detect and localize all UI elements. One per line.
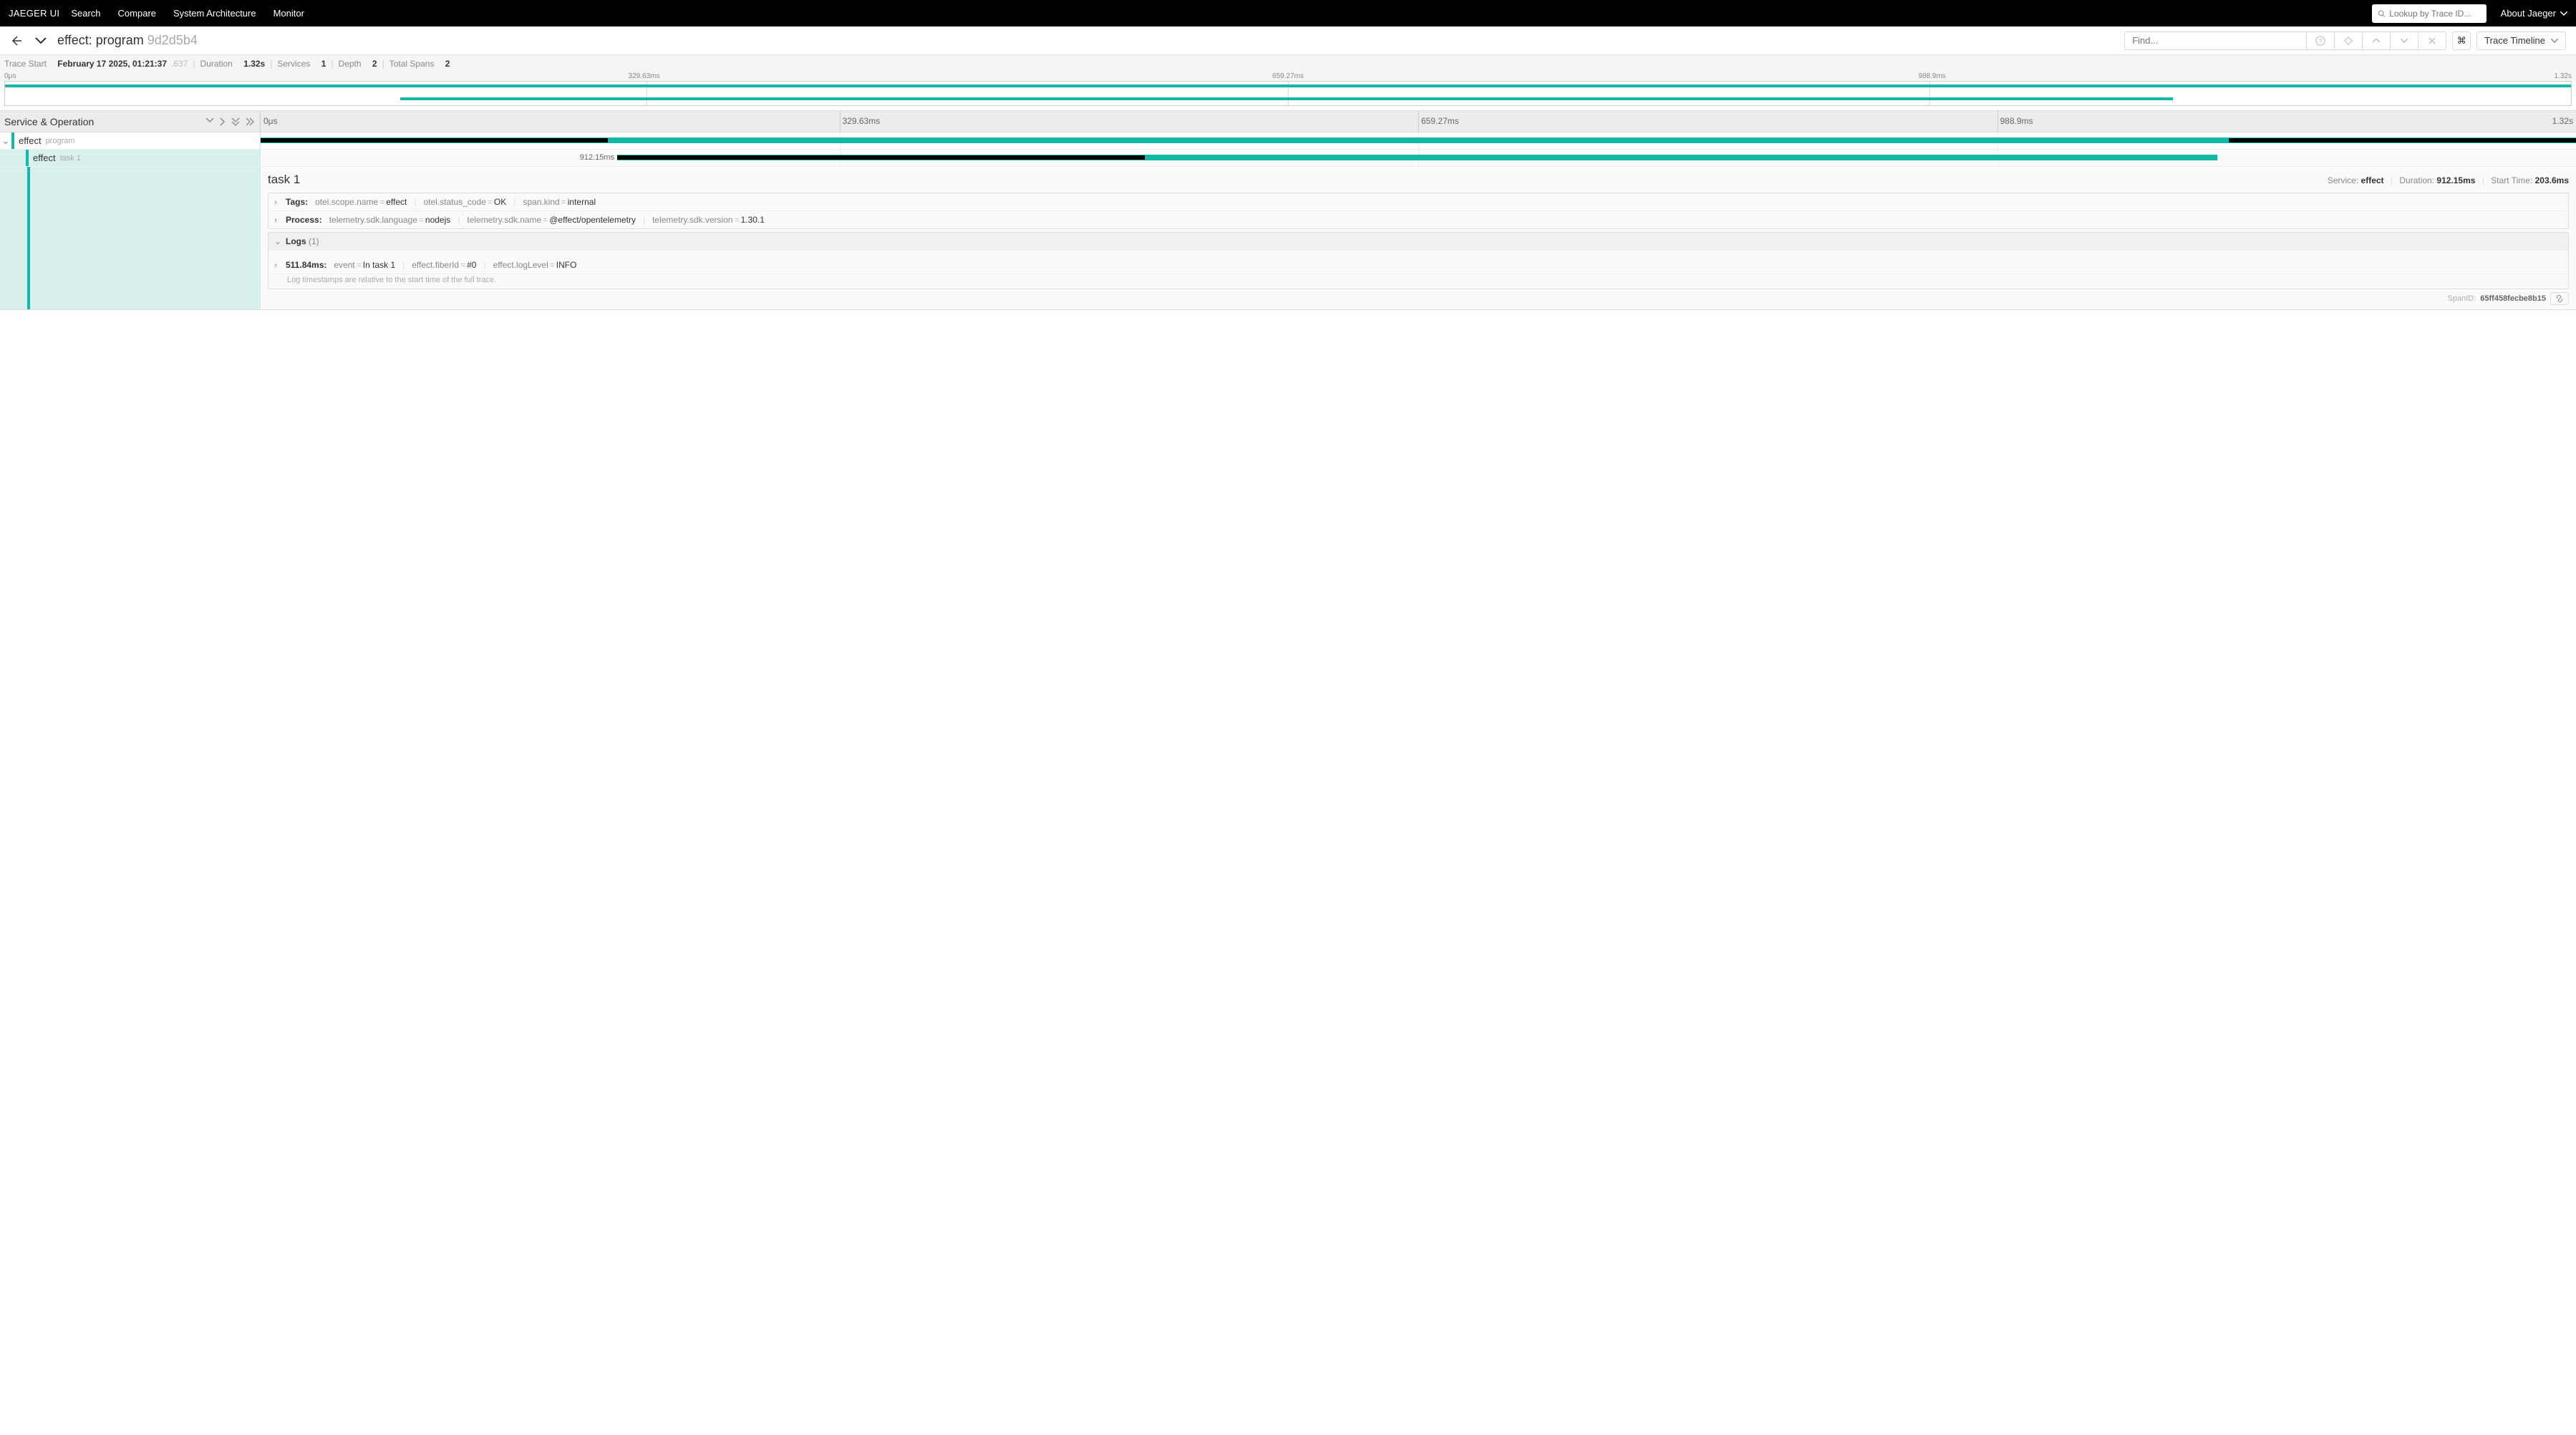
span-bar[interactable]	[617, 155, 2217, 160]
service-operation-header: Service & Operation	[4, 116, 205, 127]
find-input[interactable]	[2125, 35, 2306, 46]
span-duration-label: 912.15ms	[580, 153, 617, 162]
help-button[interactable]: ?	[2307, 36, 2334, 46]
logs-header[interactable]: ⌄ Logs (1)	[268, 233, 2568, 251]
nav-system-architecture[interactable]: System Architecture	[173, 8, 256, 19]
keyboard-shortcuts-button[interactable]: ⌘	[2452, 32, 2471, 50]
trace-hash: 9d2d5b4	[147, 33, 198, 47]
trace-meta: Trace Start February 17 2025, 01:21:37.6…	[0, 55, 2576, 72]
search-icon	[2378, 9, 2386, 18]
logs-section: ⌄ Logs (1) › 511.84ms: event=In task 1| …	[268, 232, 2569, 289]
link-icon	[2555, 294, 2564, 303]
collapse-all-icon[interactable]	[205, 117, 214, 126]
detail-info: Service: effect | Duration: 912.15ms | S…	[2328, 175, 2569, 185]
back-button[interactable]	[10, 35, 21, 47]
minimap-ticks: 0μs 329.63ms 659.27ms 988.9ms 1.32s	[0, 72, 2576, 81]
minimap[interactable]: 0μs 329.63ms 659.27ms 988.9ms 1.32s	[0, 72, 2576, 111]
clear-button[interactable]	[2418, 37, 2446, 44]
service-color	[11, 132, 14, 149]
topnav: Search Compare System Architecture Monit…	[71, 8, 304, 19]
span-service: effect	[33, 153, 56, 163]
chevron-right-icon: ›	[274, 197, 281, 207]
view-select[interactable]: Trace Timeline	[2476, 32, 2566, 50]
log-note: Log timestamps are relative to the start…	[268, 274, 2568, 289]
chevron-down-icon	[2551, 39, 2558, 43]
find-bar: ?	[2124, 32, 2446, 50]
span-id: SpanID: 65ff458fecbe8b15	[268, 292, 2569, 305]
chevron-down-icon	[2560, 11, 2567, 16]
chevron-right-icon: ›	[274, 215, 281, 225]
minimap-graph[interactable]	[4, 81, 2572, 106]
span-row-task1[interactable]: effect task 1 912.15ms	[0, 150, 2576, 167]
timeline-ruler: 0μs 329.63ms 659.27ms 988.9ms 1.32s	[261, 111, 2576, 132]
nav-search[interactable]: Search	[71, 8, 100, 19]
span-row-program[interactable]: ⌄ effect program	[0, 132, 2576, 150]
log-entry[interactable]: › 511.84ms: event=In task 1| effect.fibe…	[268, 256, 2568, 274]
span-operation: task 1	[60, 154, 81, 163]
expand-one-icon[interactable]	[220, 117, 226, 126]
caret-icon[interactable]: ⌄	[0, 135, 11, 147]
svg-text:?: ?	[2319, 37, 2323, 44]
tags-row[interactable]: › Tags: otel.scope.name=effect| otel.sta…	[268, 193, 2568, 211]
collapse-children-icon[interactable]	[231, 117, 240, 126]
locate-button[interactable]	[2335, 36, 2362, 46]
span-detail: task 1 Service: effect | Duration: 912.1…	[0, 167, 2576, 310]
nav-compare[interactable]: Compare	[118, 8, 156, 19]
expand-all-icon[interactable]	[246, 117, 254, 126]
span-operation: program	[46, 137, 75, 145]
trace-title: effect: program 9d2d5b4	[57, 33, 198, 48]
about-menu[interactable]: About Jaeger	[2501, 8, 2567, 19]
next-button[interactable]	[2391, 39, 2418, 43]
copy-spanid-button[interactable]	[2550, 292, 2569, 305]
prev-button[interactable]	[2363, 39, 2390, 43]
trace-header: effect: program 9d2d5b4 ? ⌘ Trace Timeli…	[0, 26, 2576, 55]
lookup-trace[interactable]	[2372, 4, 2487, 23]
tags-section: › Tags: otel.scope.name=effect| otel.sta…	[268, 193, 2569, 229]
chevron-down-icon: ⌄	[274, 236, 281, 246]
service-color	[26, 150, 29, 166]
span-bar[interactable]	[261, 137, 2576, 143]
topbar: JAEGER UI Search Compare System Architec…	[0, 0, 2576, 26]
span-service: effect	[19, 135, 42, 146]
collapse-toggle[interactable]	[34, 37, 47, 45]
chevron-right-icon: ›	[274, 260, 281, 270]
brand[interactable]: JAEGER UI	[9, 8, 59, 19]
lookup-input[interactable]	[2389, 9, 2480, 19]
process-row[interactable]: › Process: telemetry.sdk.language=nodejs…	[268, 211, 2568, 228]
columns-header: Service & Operation 0μs 329.63ms 659.27m…	[0, 111, 2576, 132]
nav-monitor[interactable]: Monitor	[273, 8, 304, 19]
detail-name: task 1	[268, 173, 2328, 187]
